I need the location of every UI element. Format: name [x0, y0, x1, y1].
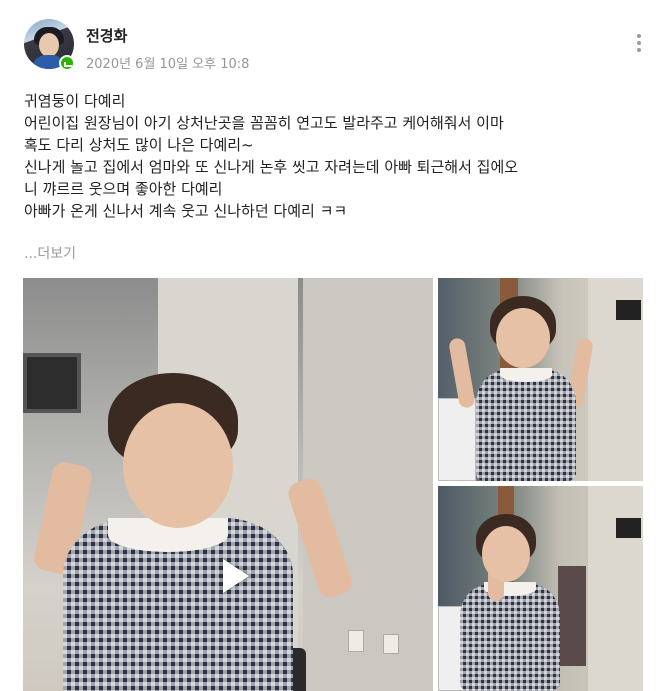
child-dress	[460, 584, 560, 691]
post-line: 신나게 놀고 집에서 엄마와 또 신나게 논후 씻고 자려는데 아빠 퇴근해서 …	[24, 158, 519, 176]
play-icon[interactable]	[208, 552, 256, 600]
post-line: 아빠가 온게 신나서 계속 웃고 신나하던 다예리 ㅋㅋ	[24, 202, 348, 220]
photo-thumbnail[interactable]	[438, 278, 643, 481]
child-face	[482, 526, 530, 582]
video-thumbnail[interactable]	[23, 278, 433, 691]
read-more-link[interactable]: ...더보기	[24, 243, 76, 263]
author-name[interactable]: 전경화	[86, 25, 127, 46]
verified-badge-icon	[59, 55, 75, 71]
photo-thumbnail[interactable]	[438, 486, 643, 691]
post-line: 혹도 다리 상처도 많이 나은 다예리~	[24, 136, 254, 154]
post-content: 귀염둥이 다예리 어린이집 원장님이 아기 상처난곳을 꼼꼼히 연고도 발라주고…	[24, 90, 644, 222]
post-line: 귀염둥이 다예리	[24, 92, 126, 110]
wall-panel	[588, 486, 643, 691]
shelf	[438, 398, 476, 481]
post-date: 2020년 6월 10일 오후 10:8	[86, 57, 250, 72]
avatar-face	[39, 33, 59, 57]
tv-screen	[616, 518, 641, 538]
tv-screen	[616, 300, 641, 320]
child-collar	[500, 368, 552, 382]
post-line: 어린이집 원장님이 아기 상처난곳을 꼼꼼히 연고도 발라주고 케어해줘서 이마	[24, 114, 504, 132]
post-header: 전경화 2020년 6월 10일 오후 10:8	[24, 19, 644, 72]
more-vertical-icon[interactable]	[634, 34, 644, 56]
wall-outlet	[348, 630, 364, 652]
post-line: 니 꺄르르 웃으며 좋아한 다예리	[24, 180, 223, 198]
wall-outlet	[383, 634, 399, 654]
child-dress	[476, 370, 576, 481]
dark-monitor	[23, 353, 81, 413]
coat-rack	[558, 566, 586, 666]
child-face	[496, 308, 550, 368]
child-face	[123, 403, 233, 528]
wall-panel	[303, 278, 433, 691]
